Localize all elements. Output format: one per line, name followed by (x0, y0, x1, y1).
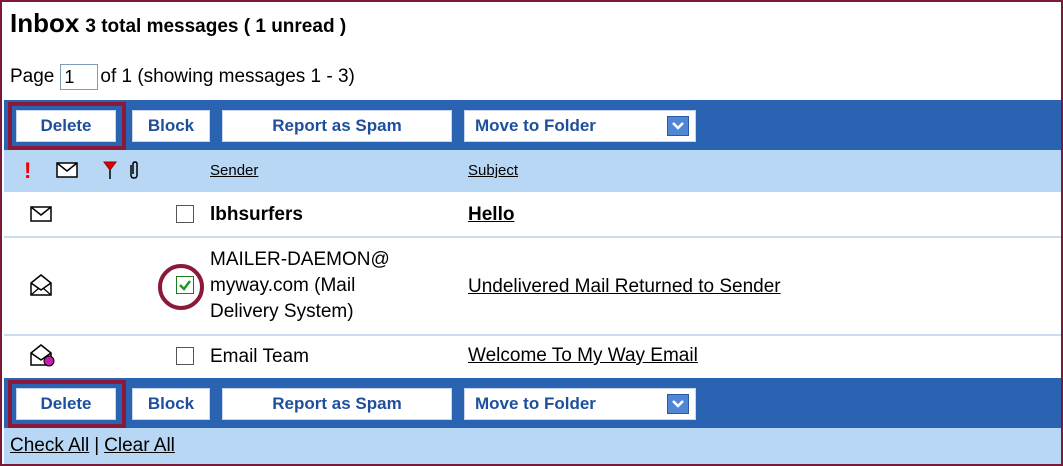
report-spam-button[interactable]: Report as Spam (222, 110, 452, 142)
envelope-closed-icon (30, 206, 52, 227)
envelope-open-replied-icon (30, 344, 56, 373)
sender-line: myway.com (Mail (210, 275, 356, 296)
message-checkbox[interactable] (176, 347, 194, 365)
message-subject-link[interactable]: Undelivered Mail Returned to Sender (468, 276, 781, 298)
toolbar-top: Delete Block Report as Spam Move to Fold… (4, 100, 1061, 150)
clear-all-link[interactable]: Clear All (104, 435, 175, 457)
move-to-folder-label: Move to Folder (475, 394, 596, 413)
envelope-open-icon (30, 274, 52, 301)
message-count-summary: 3 total messages ( 1 unread ) (85, 16, 347, 37)
move-to-folder-label: Move to Folder (475, 116, 596, 135)
chevron-down-icon[interactable] (667, 116, 689, 136)
sender-line: MAILER-DAEMON@ (210, 249, 390, 270)
subject-column-header[interactable]: Subject (468, 162, 518, 179)
block-button[interactable]: Block (132, 388, 210, 420)
message-list-header: ! Sender Subject (4, 150, 1061, 192)
page-label: Page (10, 66, 55, 87)
check-all-link[interactable]: Check All (10, 435, 89, 457)
message-row[interactable]: lbhsurfers Hello (4, 192, 1061, 238)
move-to-folder-select[interactable]: Move to Folder (464, 388, 696, 420)
footer-separator: | (94, 435, 100, 456)
flag-icon (102, 160, 118, 185)
block-button[interactable]: Block (132, 110, 210, 142)
attachment-icon (128, 160, 140, 185)
page-title: Inbox (10, 8, 80, 38)
message-checkbox[interactable] (176, 205, 194, 223)
page-number-input[interactable] (60, 64, 99, 90)
message-checkbox-checked[interactable] (176, 276, 194, 294)
envelope-icon (56, 162, 78, 183)
message-sender: MAILER-DAEMON@ myway.com (Mail Delivery … (210, 247, 390, 325)
inbox-header: Inbox 3 total messages ( 1 unread ) (10, 8, 346, 42)
message-row[interactable]: Email Team Welcome To My Way Email (4, 336, 1061, 378)
selection-footer: Check All | Clear All (4, 428, 1061, 464)
message-subject-link[interactable]: Hello (468, 204, 514, 226)
chevron-down-icon[interactable] (667, 394, 689, 414)
message-sender: lbhsurfers (210, 204, 303, 225)
sender-line: Delivery System) (210, 301, 354, 322)
pagination: Page of 1 (showing messages 1 - 3) (10, 62, 355, 92)
sender-column-header[interactable]: Sender (210, 162, 258, 179)
delete-button[interactable]: Delete (16, 110, 116, 142)
move-to-folder-select[interactable]: Move to Folder (464, 110, 696, 142)
priority-icon: ! (24, 158, 32, 183)
message-sender: Email Team (210, 346, 309, 367)
page-range-text: of 1 (showing messages 1 - 3) (100, 66, 355, 87)
message-subject-link[interactable]: Welcome To My Way Email (468, 345, 698, 367)
report-spam-button[interactable]: Report as Spam (222, 388, 452, 420)
message-row[interactable]: MAILER-DAEMON@ myway.com (Mail Delivery … (4, 238, 1061, 336)
delete-button[interactable]: Delete (16, 388, 116, 420)
inbox-panel: Inbox 3 total messages ( 1 unread ) Page… (0, 0, 1063, 466)
toolbar-bottom: Delete Block Report as Spam Move to Fold… (4, 378, 1061, 428)
